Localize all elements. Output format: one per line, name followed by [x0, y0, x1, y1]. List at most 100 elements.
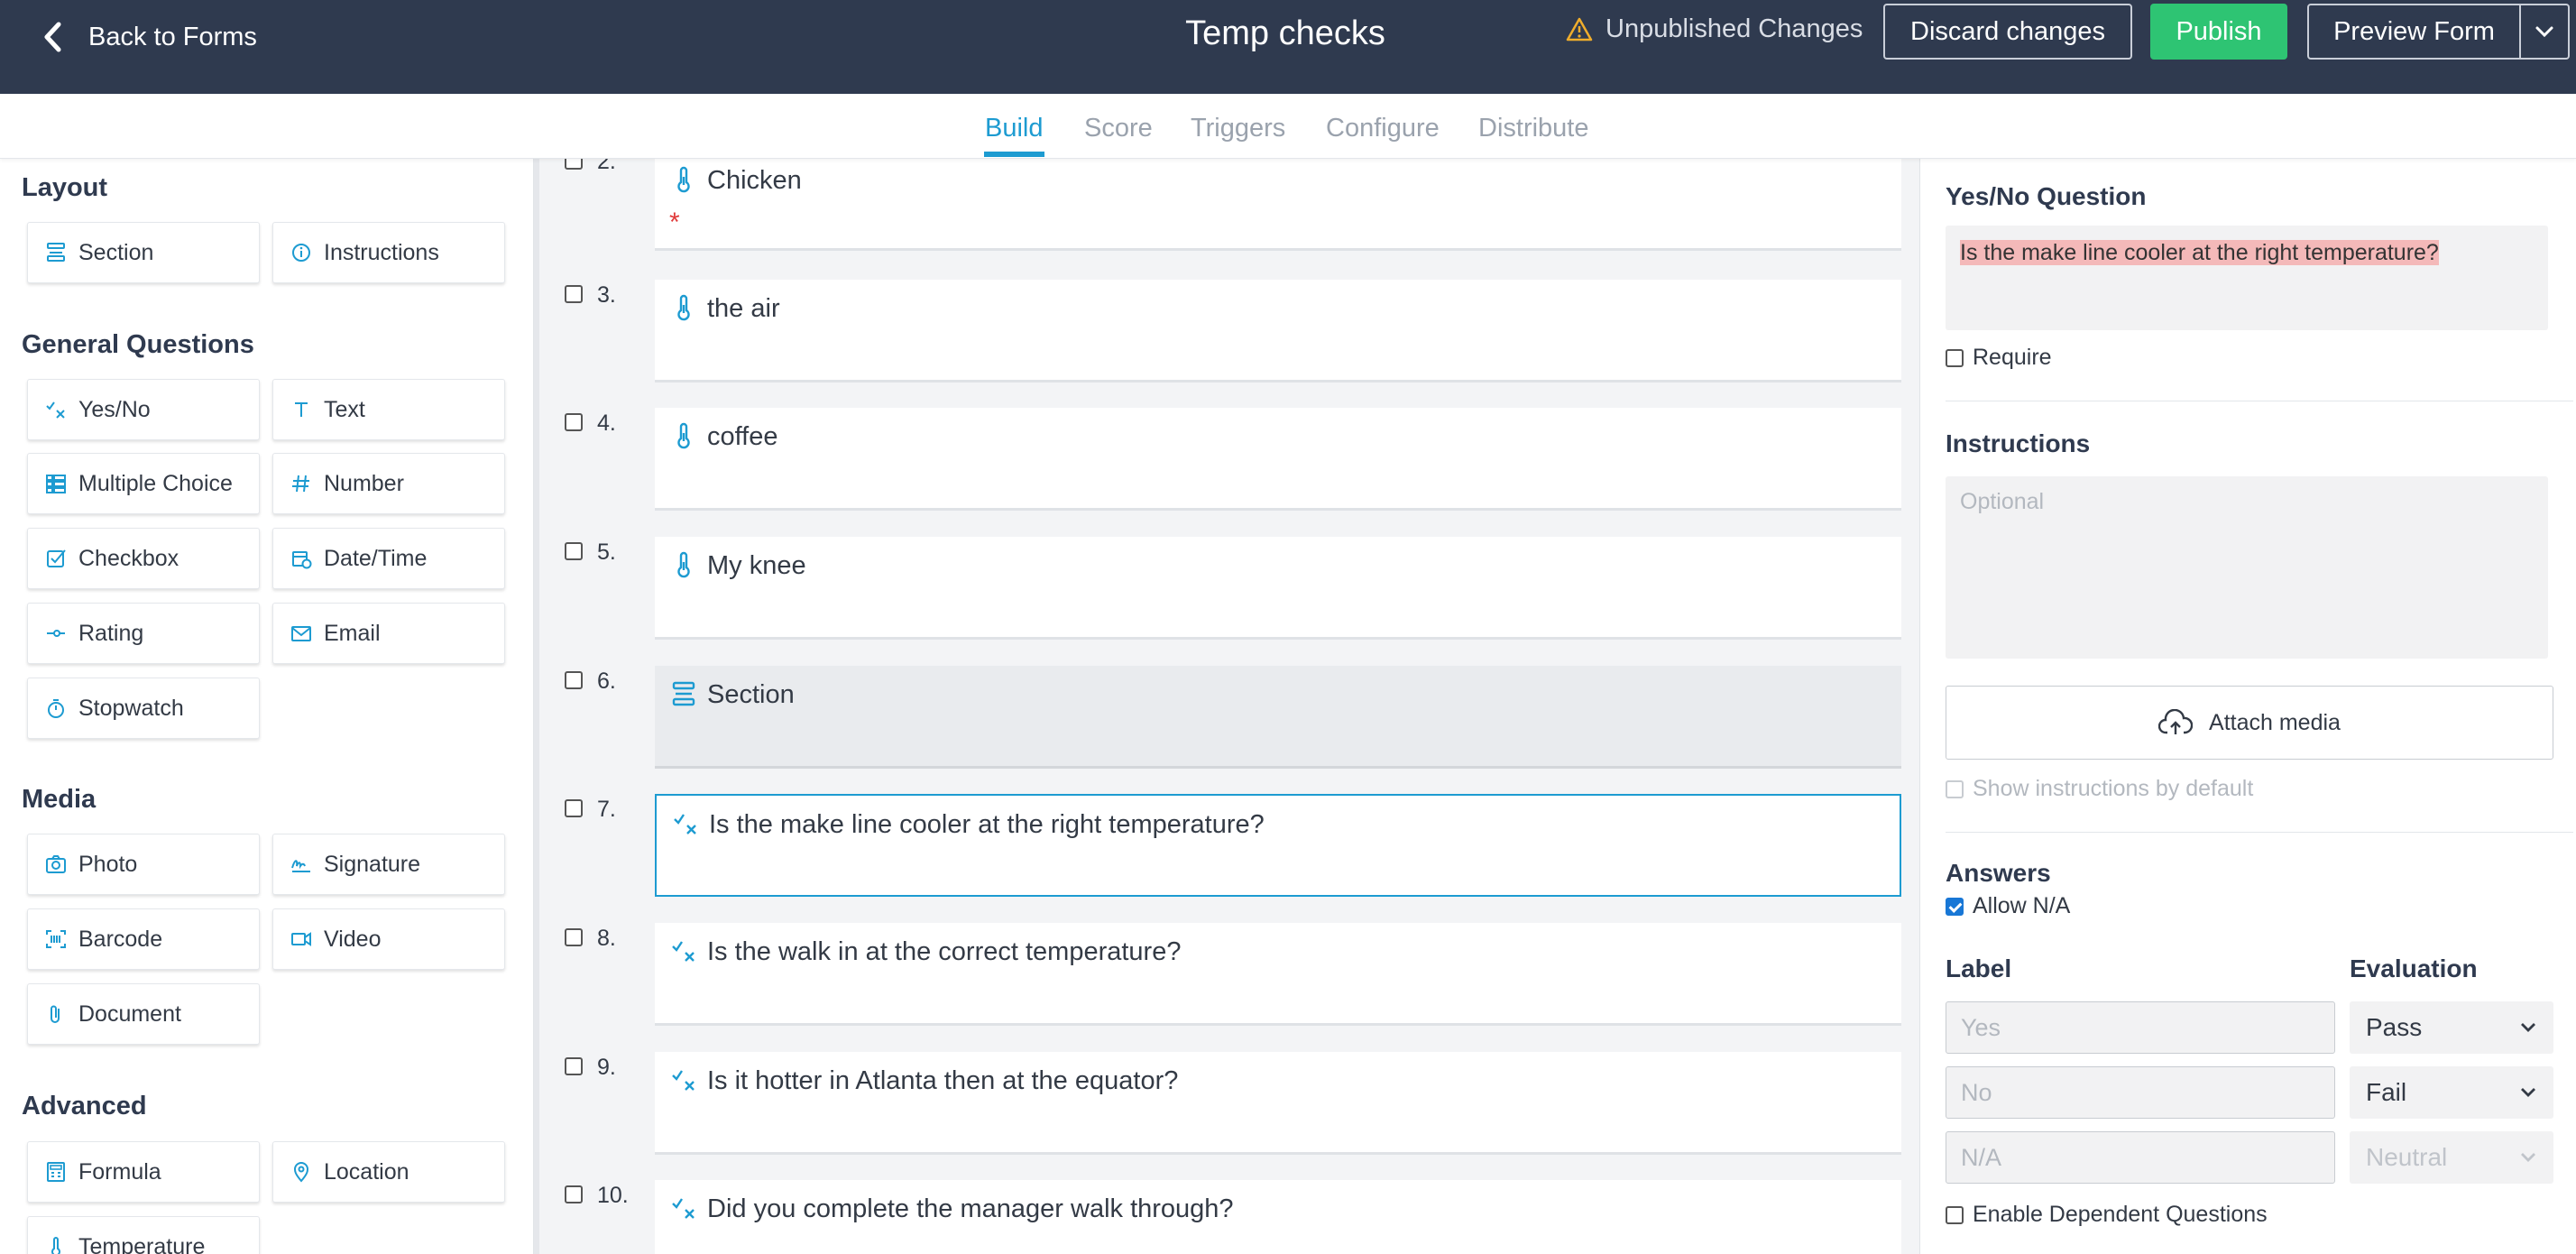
question-number: 6. [597, 668, 616, 694]
allow-na-box[interactable] [1946, 897, 1964, 916]
palette-yes-no[interactable]: Yes/No [27, 379, 260, 440]
show-instructions-box[interactable] [1946, 779, 1964, 798]
question-select-checkbox[interactable] [565, 285, 583, 303]
palette-multiple-choice[interactable]: Multiple Choice [27, 453, 260, 514]
palette-multiple-choice-label: Multiple Choice [78, 470, 233, 496]
palette-barcode[interactable]: Barcode [27, 908, 260, 970]
question-text: coffee [707, 422, 778, 451]
allow-na-checkbox[interactable]: Allow N/A [1946, 893, 2070, 919]
question-editor-panel: Yes/No Question Is the make line cooler … [1919, 159, 2576, 1254]
palette-section[interactable]: Section [27, 222, 260, 283]
tab-score[interactable]: Score [1084, 114, 1153, 143]
tab-configure[interactable]: Configure [1326, 114, 1440, 143]
location-pin-icon [290, 1160, 313, 1184]
thermometer-icon [44, 1235, 68, 1254]
instructions-title: Instructions [1946, 429, 2091, 457]
unpublished-label: Unpublished Changes [1605, 14, 1863, 43]
question-select-checkbox[interactable] [565, 1057, 583, 1075]
question-card[interactable]: My knee [655, 537, 1901, 640]
palette-text-label: Text [324, 396, 365, 422]
palette-photo[interactable]: Photo [27, 834, 260, 895]
advanced-title: Advanced [22, 1092, 147, 1120]
instructions-textarea[interactable]: Optional [1946, 476, 2548, 659]
layout-title: Layout [22, 173, 108, 202]
email-icon [290, 622, 313, 645]
evaluation-select-na[interactable]: Neutral [2350, 1131, 2553, 1184]
require-checkbox[interactable]: Require [1946, 345, 2052, 371]
question-card[interactable]: Is it hotter in Atlanta then at the equa… [655, 1052, 1901, 1155]
palette-formula[interactable]: Formula [27, 1141, 260, 1203]
palette-temperature[interactable]: Temperature [27, 1216, 260, 1254]
question-card-selected[interactable]: Is the make line cooler at the right tem… [655, 794, 1901, 897]
attach-media-button[interactable]: Attach media [1946, 686, 2553, 760]
palette-email[interactable]: Email [272, 603, 505, 664]
require-checkbox-box[interactable] [1946, 348, 1964, 367]
palette-signature[interactable]: Signature [272, 834, 505, 895]
section-icon [44, 241, 68, 264]
question-text: Chicken [707, 166, 802, 195]
question-text-field[interactable]: Is the make line cooler at the right tem… [1946, 226, 2548, 330]
question-select-checkbox[interactable] [565, 413, 583, 431]
preview-form-button[interactable]: Preview Form [2307, 4, 2520, 60]
stopwatch-icon [44, 696, 68, 720]
palette-instructions[interactable]: Instructions [272, 222, 505, 283]
question-select-checkbox[interactable] [565, 542, 583, 560]
question-card[interactable]: coffee [655, 408, 1901, 511]
palette-text[interactable]: Text [272, 379, 505, 440]
question-number: 5. [597, 539, 616, 565]
evaluation-select-yes[interactable]: Pass [2350, 1001, 2553, 1054]
calculator-icon [44, 1160, 68, 1184]
camera-icon [44, 853, 68, 876]
show-instructions-checkbox[interactable]: Show instructions by default [1946, 776, 2253, 802]
question-select-checkbox[interactable] [565, 1185, 583, 1203]
cloud-upload-icon [2158, 709, 2194, 734]
question-number: 2. [597, 159, 616, 174]
palette-formula-label: Formula [78, 1158, 161, 1185]
multiple-choice-icon [44, 472, 68, 495]
tab-distribute[interactable]: Distribute [1478, 114, 1589, 143]
thermometer-icon [671, 294, 696, 321]
question-select-checkbox[interactable] [565, 799, 583, 817]
question-card[interactable]: Is the walk in at the correct temperatur… [655, 923, 1901, 1026]
preview-dropdown-button[interactable] [2519, 4, 2570, 60]
palette-video[interactable]: Video [272, 908, 505, 970]
question-select-checkbox[interactable] [565, 159, 583, 170]
palette-rating[interactable]: Rating [27, 603, 260, 664]
palette-rating-label: Rating [78, 620, 144, 646]
answer-no-input[interactable]: No [1946, 1066, 2335, 1119]
question-card[interactable]: Chicken * [655, 159, 1901, 251]
question-card[interactable]: Did you complete the manager walk throug… [655, 1180, 1901, 1254]
chevron-down-icon [2521, 1088, 2535, 1097]
text-icon [290, 398, 313, 421]
yes-no-icon [44, 398, 68, 421]
back-label: Back to Forms [88, 22, 257, 51]
palette-date-time[interactable]: Date/Time [272, 528, 505, 589]
tab-build[interactable]: Build [985, 114, 1044, 143]
section-card[interactable]: Section [655, 666, 1901, 769]
back-to-forms-link[interactable]: Back to Forms [41, 18, 257, 56]
question-select-checkbox[interactable] [565, 671, 583, 689]
answers-title: Answers [1946, 859, 2051, 887]
publish-button[interactable]: Publish [2150, 4, 2287, 60]
enable-dependent-box[interactable] [1946, 1205, 1964, 1224]
thermometer-icon [671, 551, 696, 578]
enable-dependent-questions-checkbox[interactable]: Enable Dependent Questions [1946, 1202, 2268, 1228]
answer-yes-input[interactable]: Yes [1946, 1001, 2335, 1054]
answer-na-input[interactable]: N/A [1946, 1131, 2335, 1184]
evaluation-value: Pass [2366, 1013, 2423, 1041]
palette-document[interactable]: Document [27, 983, 260, 1045]
palette-stopwatch-label: Stopwatch [78, 695, 184, 721]
evaluation-select-no[interactable]: Fail [2350, 1066, 2553, 1119]
question-card[interactable]: the air [655, 280, 1901, 383]
palette-location[interactable]: Location [272, 1141, 505, 1203]
palette-section-label: Section [78, 239, 154, 265]
question-type-title: Yes/No Question [1946, 182, 2147, 210]
question-text: Section [707, 680, 795, 709]
palette-checkbox[interactable]: Checkbox [27, 528, 260, 589]
question-select-checkbox[interactable] [565, 928, 583, 946]
question-text: Is the make line cooler at the right tem… [709, 810, 1265, 839]
discard-changes-button[interactable]: Discard changes [1883, 4, 2132, 60]
palette-stopwatch[interactable]: Stopwatch [27, 678, 260, 739]
tab-triggers[interactable]: Triggers [1191, 114, 1285, 143]
palette-number[interactable]: Number [272, 453, 505, 514]
